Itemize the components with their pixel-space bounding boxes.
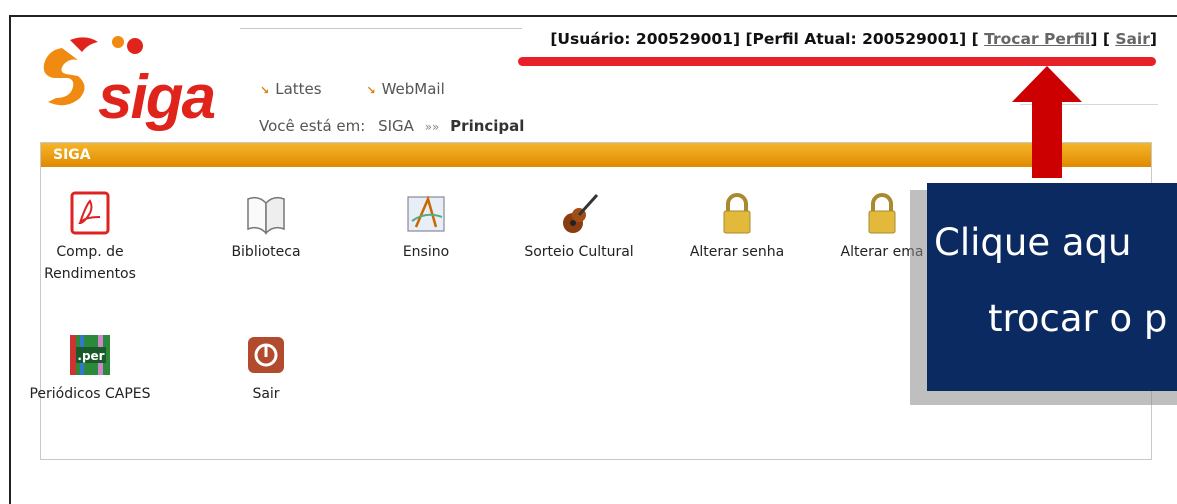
tile-label: Sorteio Cultural bbox=[524, 244, 634, 260]
power-icon bbox=[244, 333, 288, 377]
lock-icon bbox=[715, 191, 759, 235]
webmail-link[interactable]: ↘ WebMail bbox=[366, 80, 444, 98]
arrow-icon: ↘ bbox=[366, 84, 376, 97]
breadcrumb-separator: »» bbox=[424, 120, 440, 134]
tile-biblioteca[interactable]: Biblioteca bbox=[201, 191, 331, 263]
tile-label: Biblioteca bbox=[231, 244, 301, 260]
panel-header: SIGA bbox=[41, 143, 1151, 167]
top-divider bbox=[240, 28, 522, 29]
breadcrumb-prefix: Você está em: bbox=[259, 117, 366, 135]
tile-periodicos-capes[interactable]: .per Periódicos CAPES bbox=[25, 333, 155, 405]
tile-sorteio-cultural[interactable]: Sorteio Cultural bbox=[514, 191, 644, 263]
lock-icon bbox=[860, 191, 904, 235]
top-links: ↘ Lattes ↘ WebMail bbox=[260, 80, 485, 98]
book-icon bbox=[244, 191, 288, 235]
pdf-icon bbox=[68, 191, 112, 235]
periodicos-icon: .per bbox=[68, 333, 112, 377]
bracket: ] bbox=[1149, 30, 1157, 48]
callout-line-2: trocar o p bbox=[988, 297, 1168, 340]
trocar-perfil-link[interactable]: Trocar Perfil bbox=[984, 30, 1090, 48]
tile-sair[interactable]: Sair bbox=[201, 333, 331, 405]
instruction-callout: Clique aqu trocar o p bbox=[927, 183, 1177, 391]
lattes-link[interactable]: ↘ Lattes bbox=[260, 80, 322, 98]
tile-alterar-senha[interactable]: Alterar senha bbox=[672, 191, 802, 263]
tile-label: Comp. de Rendimentos bbox=[44, 244, 136, 282]
arrow-icon: ↘ bbox=[260, 84, 270, 97]
user-label: [Usuário: 200529001] bbox=[550, 30, 741, 48]
callout-line-1: Clique aqu bbox=[934, 221, 1132, 264]
sair-link[interactable]: Sair bbox=[1115, 30, 1150, 48]
breadcrumb-current: Principal bbox=[450, 117, 525, 135]
tile-label: Periódicos CAPES bbox=[29, 386, 151, 402]
tile-comp-rendimentos[interactable]: Comp. de Rendimentos bbox=[25, 191, 155, 285]
tile-label: Sair bbox=[252, 386, 280, 402]
guitar-icon bbox=[557, 191, 601, 235]
siga-logo-text: siga bbox=[98, 63, 216, 132]
breadcrumb-root[interactable]: SIGA bbox=[378, 117, 414, 135]
siga-logo[interactable]: siga bbox=[40, 30, 240, 132]
tile-label: Alterar senha bbox=[689, 244, 785, 260]
compass-icon bbox=[404, 191, 448, 235]
bracket: ] bbox=[1090, 30, 1098, 48]
tile-ensino[interactable]: Ensino bbox=[361, 191, 491, 263]
tile-label: Ensino bbox=[402, 244, 450, 260]
lattes-label: Lattes bbox=[275, 80, 322, 98]
svg-text:.per: .per bbox=[77, 349, 104, 363]
bracket: [ bbox=[971, 30, 979, 48]
user-bar: [Usuário: 200529001] [Perfil Atual: 2005… bbox=[550, 30, 1157, 48]
red-arrow-icon bbox=[1012, 66, 1082, 178]
highlight-underline bbox=[518, 57, 1156, 66]
profile-label: [Perfil Atual: 200529001] bbox=[745, 30, 967, 48]
webmail-label: WebMail bbox=[381, 80, 445, 98]
bracket: [ bbox=[1102, 30, 1110, 48]
breadcrumb: Você está em: SIGA »» Principal bbox=[259, 117, 524, 135]
